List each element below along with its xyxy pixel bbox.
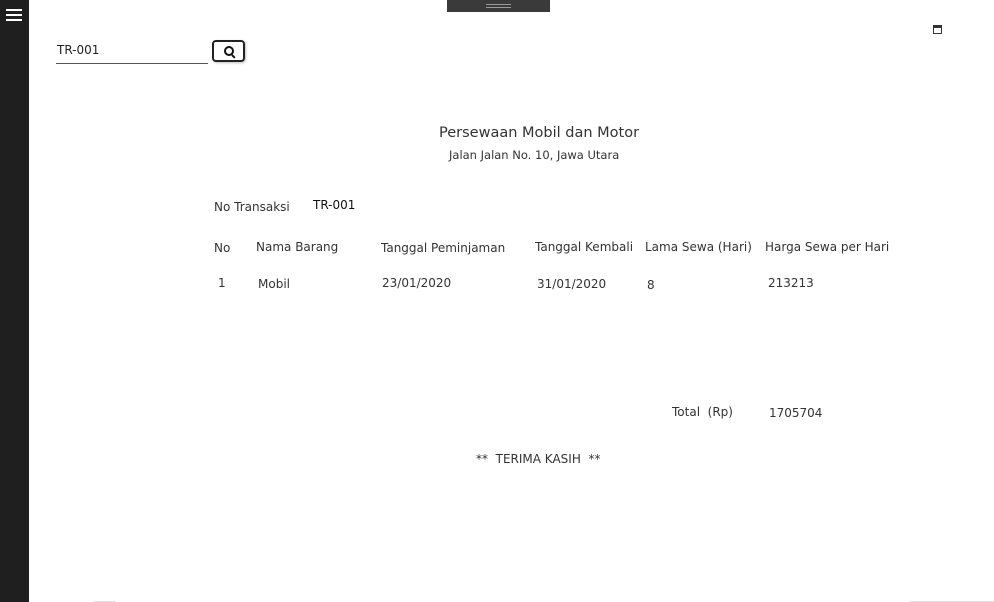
total-label: Total (Rp): [672, 405, 733, 419]
transaction-label: No Transaksi: [214, 200, 290, 214]
transaction-value: TR-001: [313, 198, 356, 212]
menu-icon[interactable]: [6, 9, 22, 21]
header-tanggal-peminjaman: Tanggal Peminjaman: [381, 241, 506, 255]
maximize-icon[interactable]: [933, 25, 942, 34]
header-lama-sewa: Lama Sewa (Hari): [645, 240, 752, 254]
cell-harga-sewa: 213213: [768, 276, 814, 290]
receipt-address: Jalan Jalan No. 10, Jawa Utara: [449, 148, 620, 162]
footer-thanks: ** TERIMA KASIH **: [476, 452, 601, 466]
header-nama-barang: Nama Barang: [256, 240, 339, 254]
cell-no: 1: [218, 276, 226, 290]
header-harga-sewa: Harga Sewa per Hari: [765, 240, 890, 254]
cell-tanggal-peminjaman: 23/01/2020: [382, 276, 452, 290]
search-input[interactable]: [56, 36, 208, 64]
search-button[interactable]: [212, 40, 245, 62]
drag-handle[interactable]: [447, 0, 550, 12]
sidebar: [0, 0, 29, 602]
cell-lama-sewa: 8: [647, 278, 655, 292]
total-value: 1705704: [769, 406, 823, 420]
header-tanggal-kembali: Tanggal Kembali: [535, 240, 634, 254]
cell-tanggal-kembali: 31/01/2020: [537, 277, 607, 291]
header-no: No: [214, 241, 231, 255]
cell-nama-barang: Mobil: [258, 277, 290, 291]
receipt-title: Persewaan Mobil dan Motor: [439, 125, 640, 141]
